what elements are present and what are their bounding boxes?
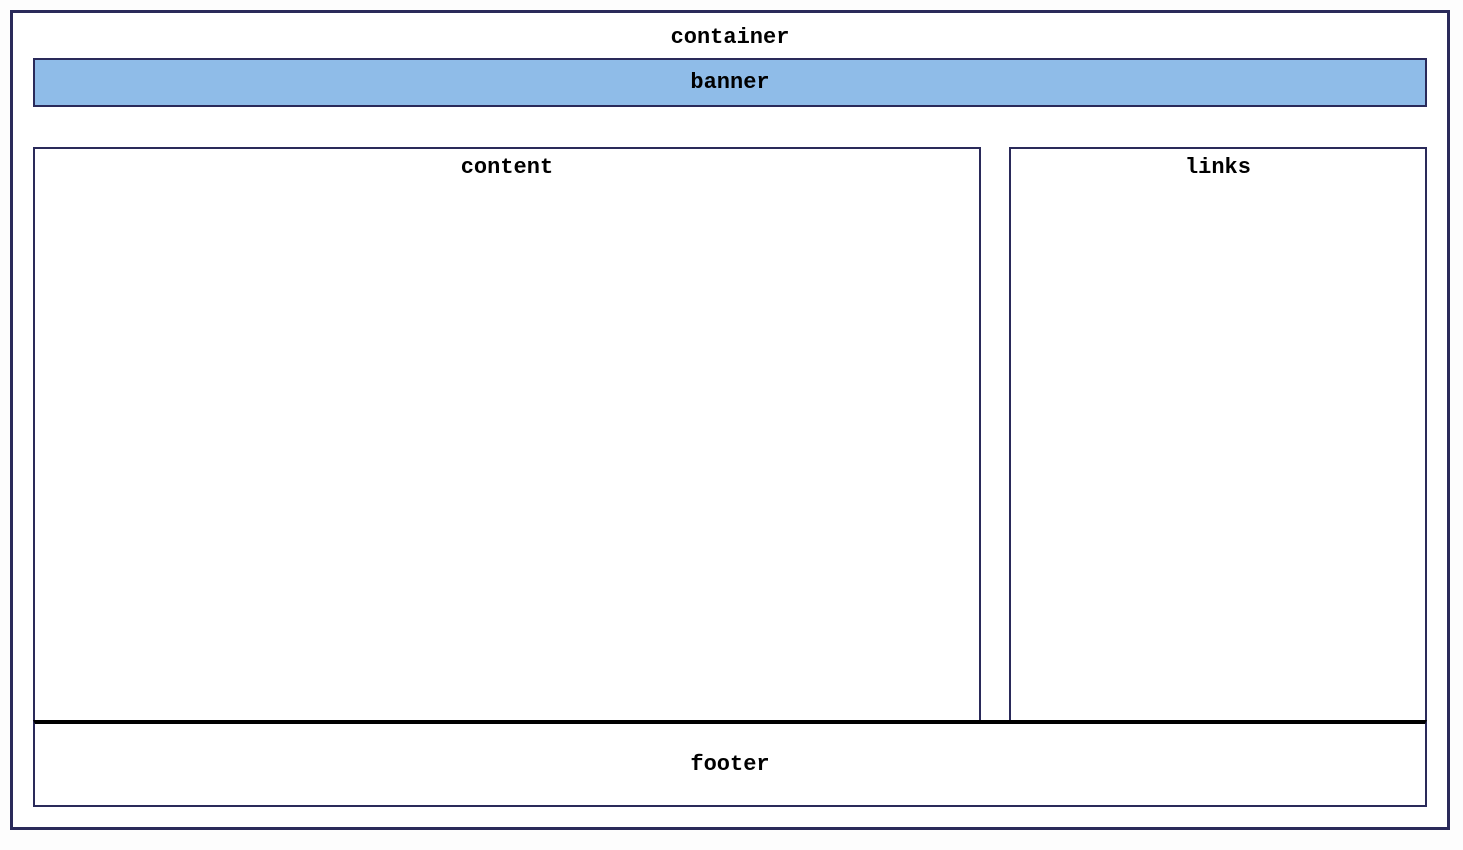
- banner-label: banner: [690, 70, 769, 95]
- links-box: links: [1009, 147, 1427, 722]
- container-box: container banner content links footer: [10, 10, 1450, 830]
- banner-box: banner: [33, 58, 1427, 107]
- footer-label: footer: [690, 752, 769, 777]
- middle-row: content links: [33, 147, 1427, 722]
- content-box: content: [33, 147, 981, 722]
- links-label: links: [1185, 155, 1251, 180]
- container-label: container: [33, 21, 1427, 58]
- footer-box: footer: [33, 720, 1427, 807]
- content-label: content: [461, 155, 553, 180]
